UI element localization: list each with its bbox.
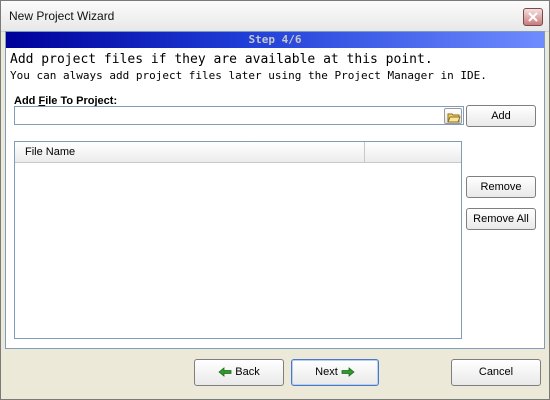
close-button[interactable] bbox=[523, 8, 543, 26]
list-header: File Name bbox=[15, 142, 461, 163]
next-button[interactable]: Next bbox=[291, 359, 379, 386]
column-header-file-name[interactable]: File Name bbox=[15, 142, 365, 162]
folder-open-icon bbox=[447, 113, 461, 123]
remove-button[interactable]: Remove bbox=[466, 176, 536, 198]
window-title: New Project Wizard bbox=[9, 9, 115, 23]
step-indicator: Step 4/6 bbox=[6, 32, 544, 48]
intro-subheading: You can always add project files later u… bbox=[10, 69, 487, 82]
wizard-window: New Project Wizard Step 4/6 Add project … bbox=[0, 0, 550, 400]
cancel-button[interactable]: Cancel bbox=[451, 359, 541, 386]
file-path-input[interactable] bbox=[14, 106, 464, 125]
wizard-content: Step 4/6 Add project files if they are a… bbox=[5, 31, 545, 349]
back-button[interactable]: Back bbox=[194, 359, 284, 386]
remove-all-button[interactable]: Remove All bbox=[466, 208, 536, 230]
project-files-list[interactable]: File Name bbox=[14, 141, 462, 339]
green-right-arrow-icon bbox=[341, 367, 355, 377]
add-button[interactable]: Add bbox=[466, 105, 536, 127]
title-bar: New Project Wizard bbox=[1, 1, 549, 32]
browse-button[interactable] bbox=[444, 108, 462, 124]
green-left-arrow-icon bbox=[218, 367, 232, 377]
wizard-footer: Back Next Cancel bbox=[1, 349, 549, 399]
column-header-blank[interactable] bbox=[365, 142, 461, 162]
intro-heading: Add project files if they are available … bbox=[10, 52, 433, 67]
close-icon bbox=[528, 12, 538, 22]
